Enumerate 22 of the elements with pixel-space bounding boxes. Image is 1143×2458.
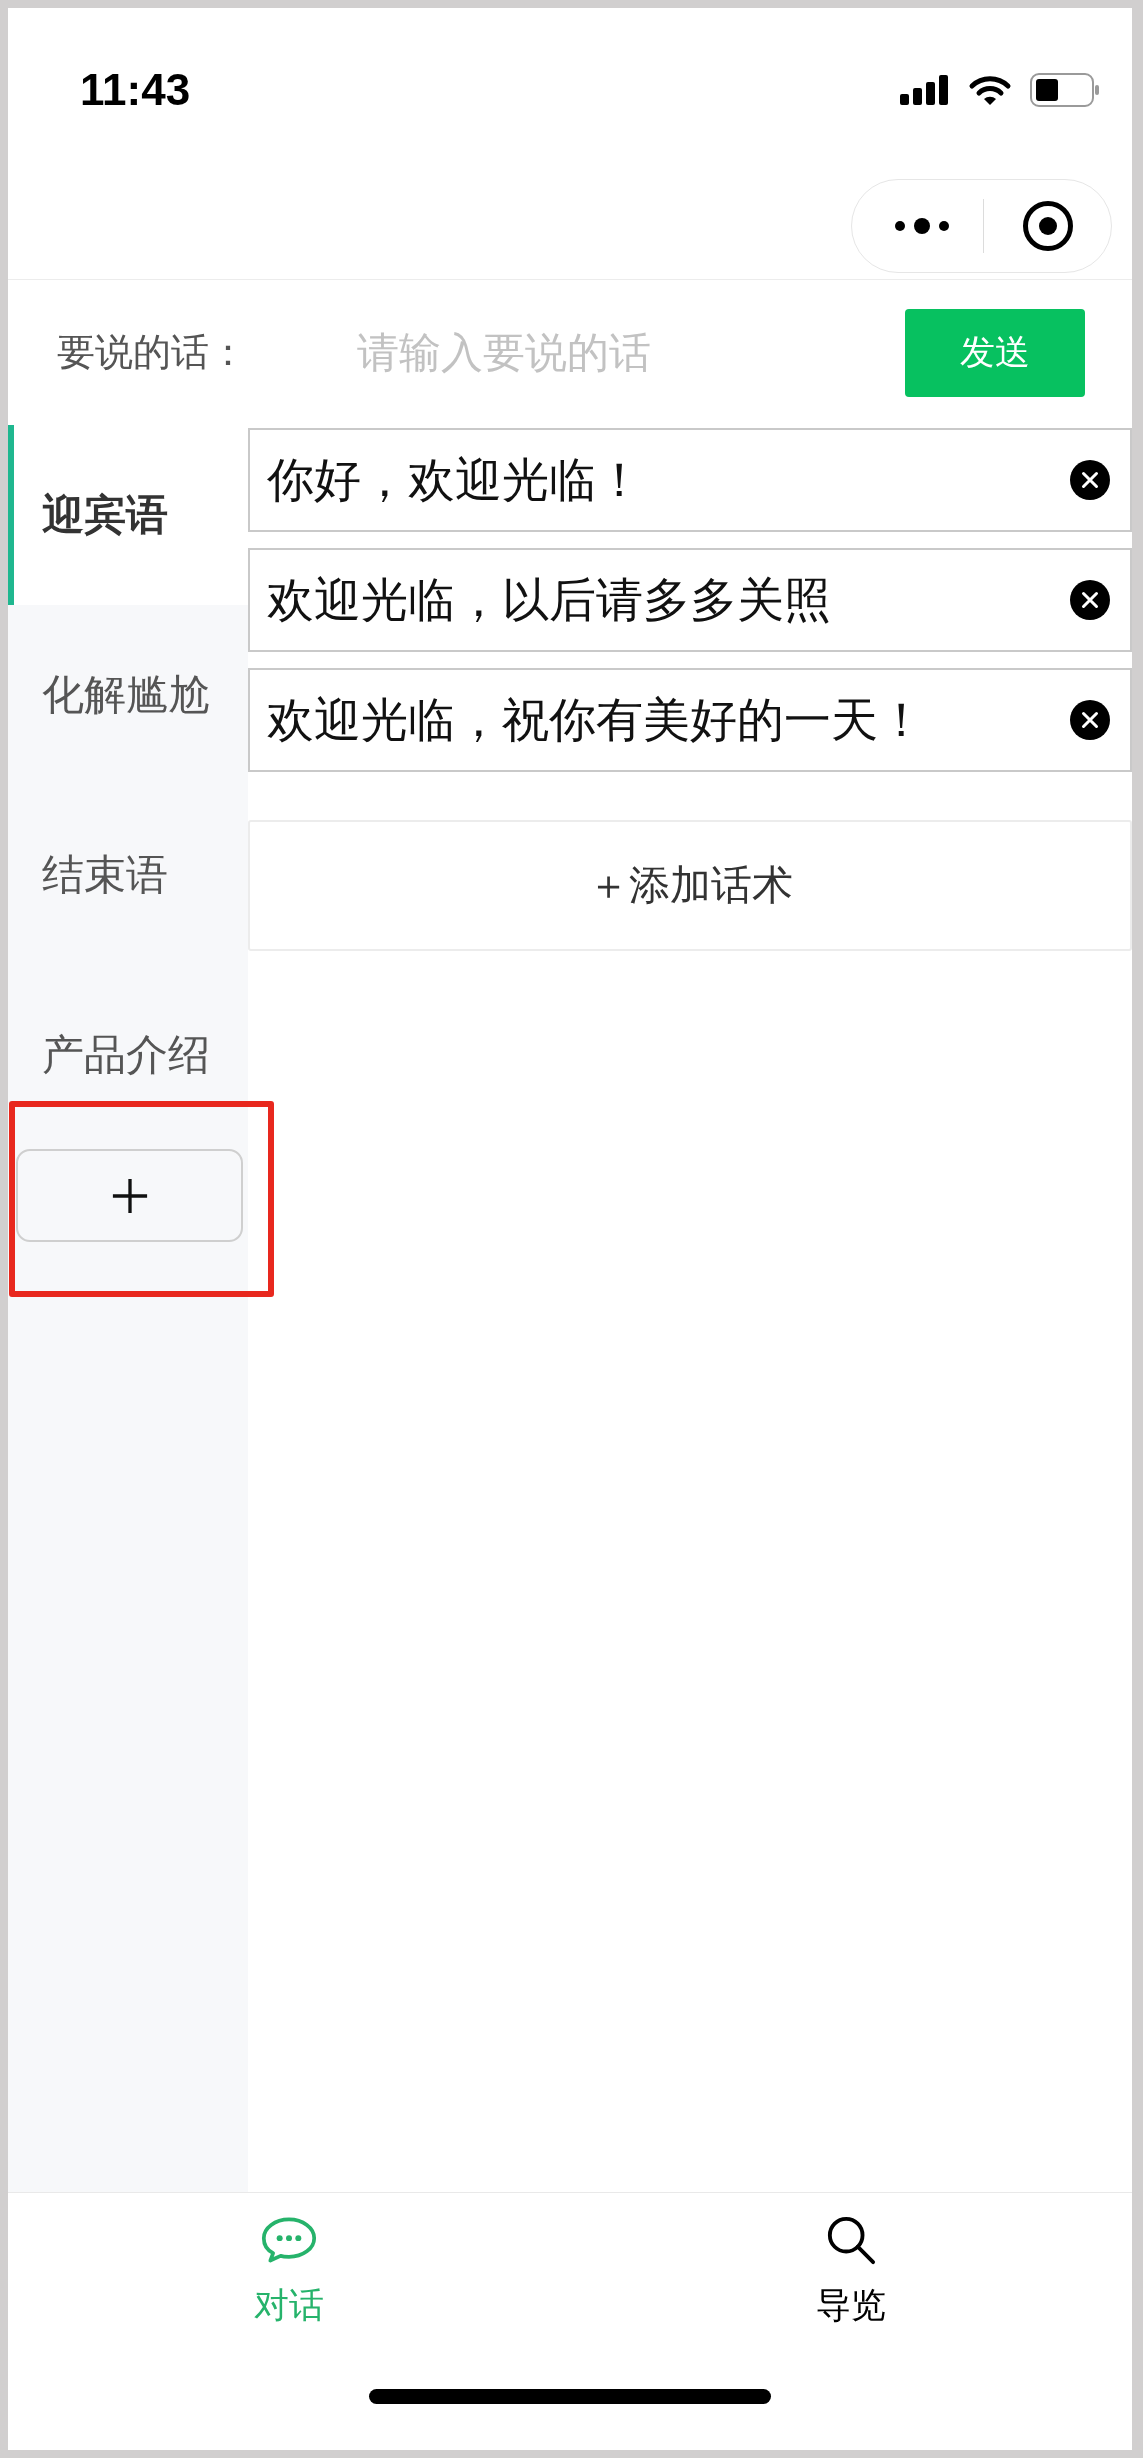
- category-tab[interactable]: 迎宾语: [8, 425, 248, 605]
- phrase-field[interactable]: 欢迎光临，祝你有美好的一天！: [248, 668, 1132, 772]
- clear-icon[interactable]: [1070, 460, 1110, 500]
- tab-item[interactable]: 导览: [570, 2215, 1132, 2327]
- message-label: 要说的话：: [57, 329, 247, 376]
- category-tab[interactable]: 产品介绍: [8, 965, 248, 1145]
- category-tab[interactable]: 化解尴尬: [8, 605, 248, 785]
- circle-dot-icon[interactable]: [1022, 199, 1074, 252]
- phrase-field[interactable]: 你好，欢迎光临！: [248, 428, 1132, 532]
- message-input[interactable]: 请输入要说的话: [357, 320, 885, 385]
- wifi-icon: [968, 74, 1012, 106]
- signal-icon: [900, 75, 950, 105]
- battery-icon: [1030, 73, 1100, 107]
- clear-icon[interactable]: [1070, 580, 1110, 620]
- status-time: 11:43: [80, 65, 191, 115]
- plus-icon: [110, 1176, 149, 1215]
- chat-bubble-icon: [261, 2215, 317, 2265]
- phrase-field[interactable]: 欢迎光临，以后请多多关照: [248, 548, 1132, 652]
- clear-icon[interactable]: [1070, 700, 1110, 740]
- category-tab[interactable]: 结束语: [8, 785, 248, 965]
- more-icon[interactable]: [894, 215, 950, 236]
- add-phrase-button[interactable]: ＋添加话术: [248, 820, 1132, 951]
